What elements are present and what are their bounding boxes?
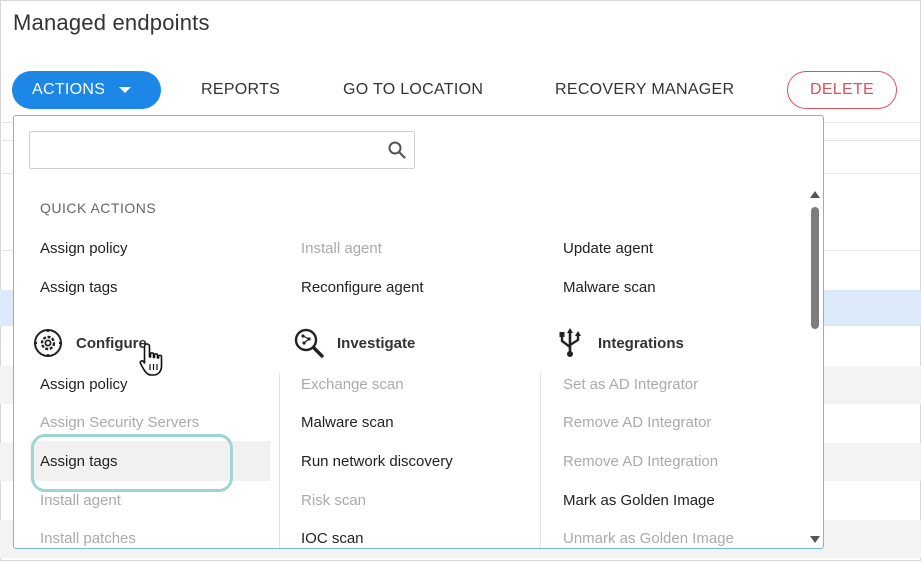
integrations-mark-golden-image[interactable]: Mark as Golden Image (563, 492, 715, 509)
integrations-set-ad-integrator: Set as AD Integrator (563, 376, 699, 393)
scroll-up-arrow-icon[interactable] (810, 191, 820, 198)
integrations-unmark-golden-image: Unmark as Golden Image (563, 530, 734, 547)
integrations-remove-ad-integration: Remove AD Integration (563, 453, 719, 470)
hand-cursor-icon (139, 343, 163, 376)
gear-icon (34, 329, 62, 357)
quick-malware-scan[interactable]: Malware scan (563, 279, 656, 296)
investigate-ioc-scan[interactable]: IOC scan (301, 530, 364, 547)
dropdown-scrollbar[interactable] (807, 191, 823, 543)
integrations-heading: Integrations (554, 327, 684, 359)
actions-button-label: ACTIONS (32, 81, 106, 98)
configure-assign-policy[interactable]: Assign policy (40, 376, 128, 393)
investigate-exchange-scan: Exchange scan (301, 376, 404, 393)
search-input[interactable] (30, 132, 370, 168)
investigate-risk-scan: Risk scan (301, 492, 367, 509)
quick-install-agent: Install agent (301, 240, 382, 257)
search-icon (388, 141, 406, 159)
investigate-malware-scan[interactable]: Malware scan (301, 414, 394, 431)
page-title: Managed endpoints (13, 10, 210, 35)
configure-install-agent: Install agent (40, 492, 121, 509)
column-divider (540, 373, 541, 548)
quick-assign-policy[interactable]: Assign policy (40, 240, 128, 257)
configure-assign-security-servers: Assign Security Servers (40, 414, 200, 431)
actions-dropdown: QUICK ACTIONS Assign policy Assign tags … (13, 115, 824, 549)
recovery-manager-button[interactable]: RECOVERY MANAGER (555, 71, 734, 109)
quick-update-agent[interactable]: Update agent (563, 240, 653, 257)
integrations-title: Integrations (598, 334, 684, 352)
integration-icon (559, 328, 581, 357)
focus-highlight-ring (31, 434, 233, 492)
investigate-heading: Investigate (293, 327, 415, 359)
magnifier-icon (294, 328, 324, 358)
actions-button[interactable]: ACTIONS (12, 71, 161, 109)
chevron-down-icon (119, 87, 132, 93)
integrations-remove-ad-integrator: Remove AD Integrator (563, 414, 712, 431)
scroll-down-arrow-icon[interactable] (810, 536, 820, 543)
quick-actions-title: QUICK ACTIONS (40, 200, 157, 216)
reports-button[interactable]: REPORTS (201, 71, 280, 109)
investigate-run-network-discovery[interactable]: Run network discovery (301, 453, 453, 470)
quick-assign-tags[interactable]: Assign tags (40, 279, 118, 296)
toolbar: ACTIONS REPORTS GO TO LOCATION RECOVERY … (12, 71, 902, 109)
delete-button[interactable]: DELETE (787, 71, 897, 109)
search-field[interactable] (29, 131, 415, 169)
configure-heading: Configure (32, 327, 147, 359)
go-to-location-button[interactable]: GO TO LOCATION (343, 71, 483, 109)
investigate-title: Investigate (337, 334, 416, 352)
configure-title: Configure (76, 334, 147, 352)
quick-reconfigure-agent[interactable]: Reconfigure agent (301, 279, 424, 296)
column-divider (279, 373, 280, 548)
configure-install-patches: Install patches (40, 530, 136, 547)
scroll-thumb[interactable] (811, 207, 819, 329)
